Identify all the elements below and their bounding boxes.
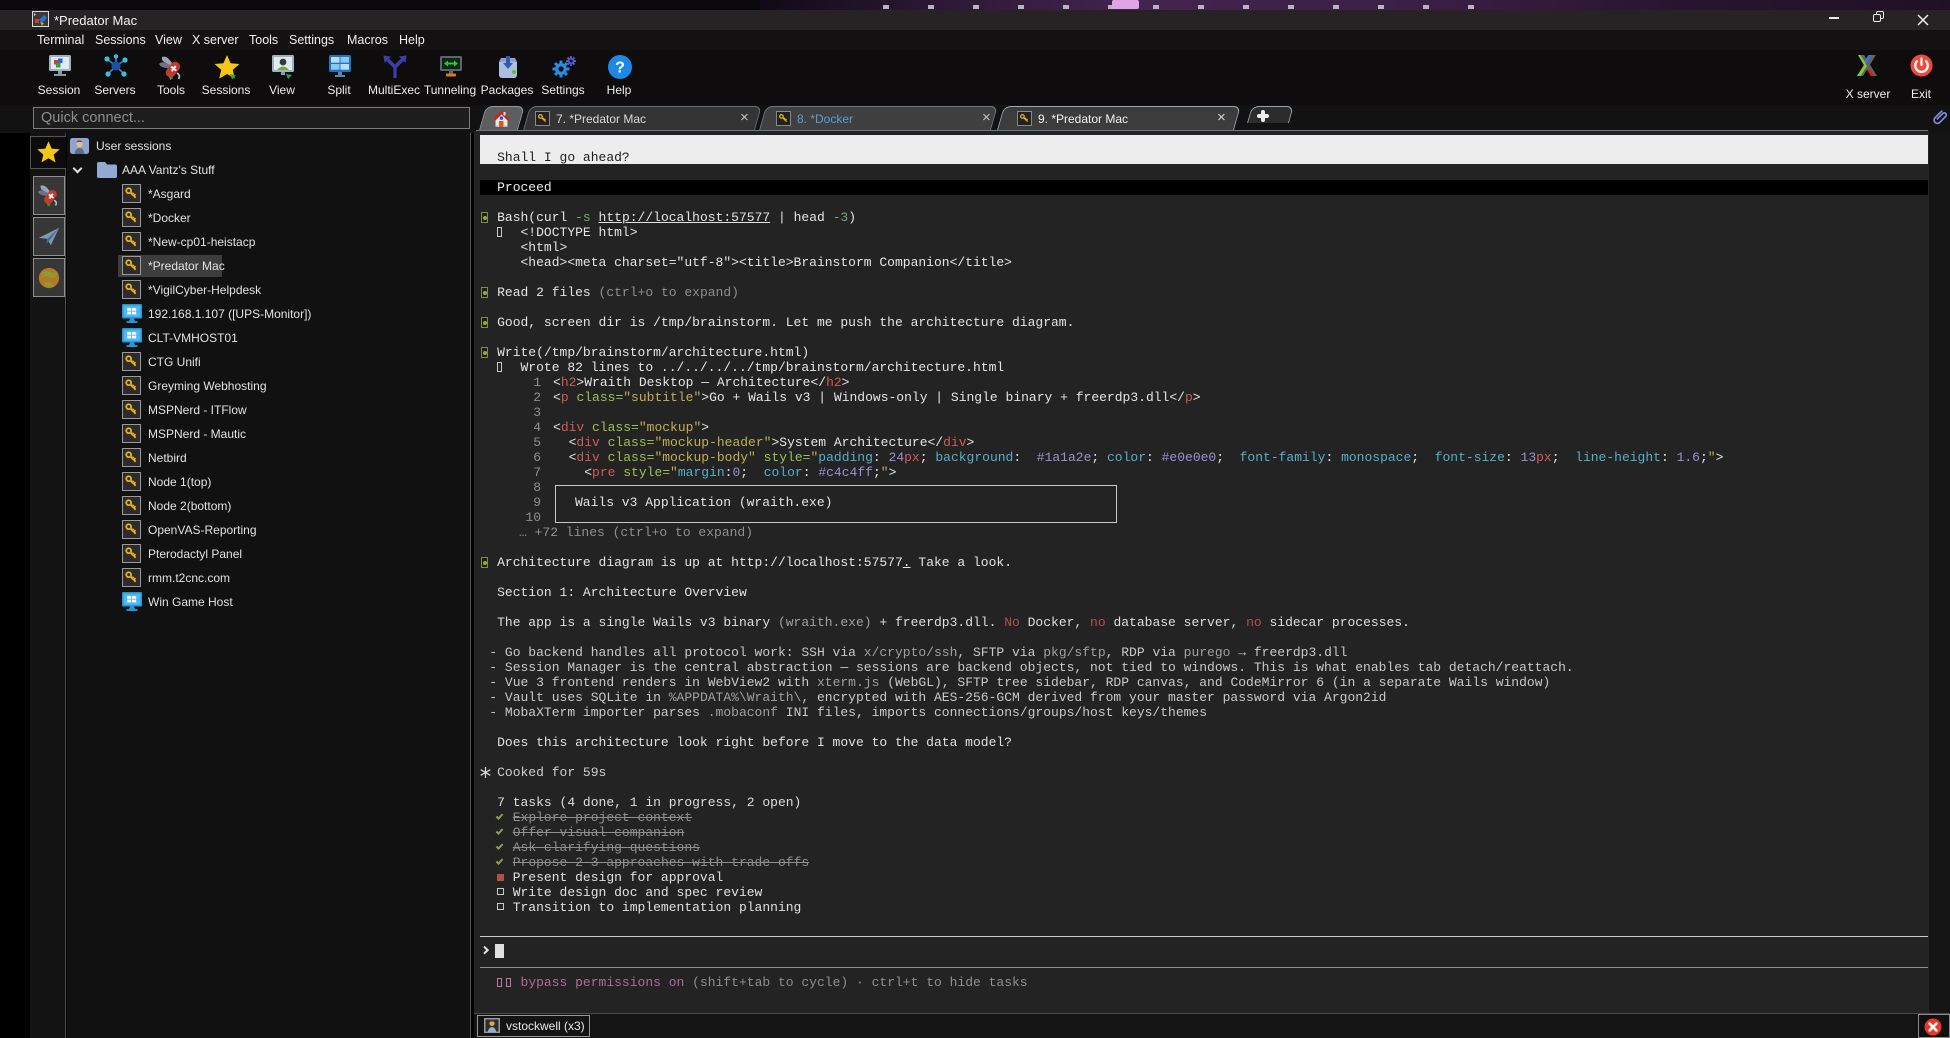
svg-text:?: ? — [615, 60, 625, 77]
